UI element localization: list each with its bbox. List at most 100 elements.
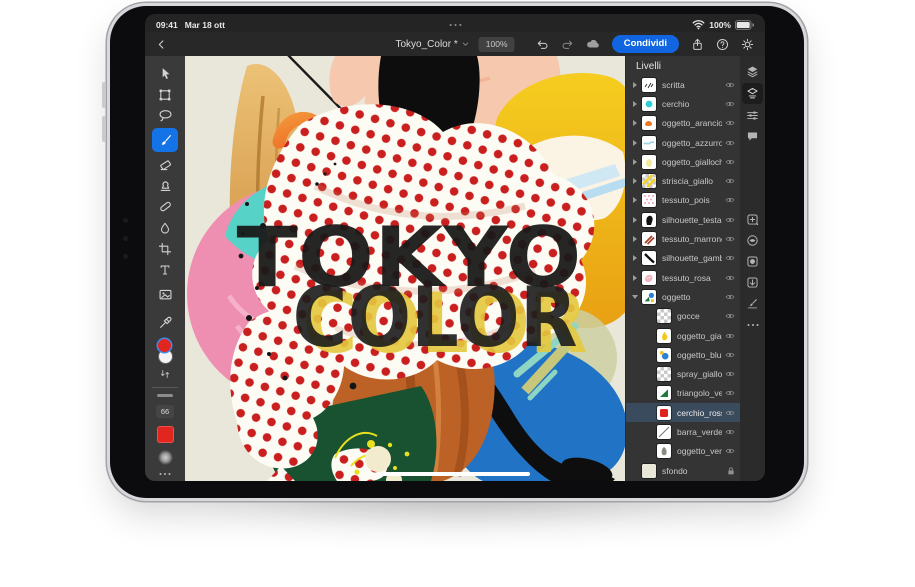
adjustments-icon [746, 109, 759, 122]
layer-expander[interactable] [630, 255, 639, 261]
eye-icon[interactable] [725, 351, 735, 359]
tool-eraser[interactable] [152, 154, 178, 175]
tool-fill[interactable] [152, 217, 178, 238]
canvas[interactable]: COLOR TOKYO COLOR [185, 56, 625, 481]
layer-expander[interactable] [630, 217, 639, 223]
clip-layer-button[interactable] [742, 273, 763, 292]
eye-icon[interactable] [725, 177, 735, 185]
tool-place-image[interactable] [152, 284, 178, 305]
eye-icon[interactable] [725, 428, 735, 436]
layer-row[interactable]: tessuto_pois [626, 191, 740, 210]
eye-icon[interactable] [725, 293, 735, 301]
toolbar-handle[interactable] [157, 394, 173, 397]
layer-row[interactable]: spray_giallo [626, 364, 740, 383]
share-button[interactable]: Condividi [612, 35, 679, 53]
layer-row[interactable]: oggetto_giallo [626, 326, 740, 345]
eye-icon[interactable] [725, 332, 735, 340]
layer-visibility-button[interactable] [742, 231, 763, 250]
panel-tab-comments[interactable] [742, 127, 763, 146]
tool-move[interactable] [152, 63, 178, 84]
eye-icon[interactable] [725, 139, 735, 147]
brush-size-chip[interactable]: 66 [156, 405, 174, 418]
redo-button[interactable] [561, 38, 574, 51]
layer-expander[interactable] [630, 120, 639, 126]
tool-type[interactable] [152, 259, 178, 280]
eye-icon[interactable] [725, 409, 735, 417]
layer-row[interactable]: oggetto_azzurro [626, 133, 740, 152]
eye-icon[interactable] [725, 312, 735, 320]
foreground-color-swatch[interactable] [158, 339, 171, 352]
color-well[interactable] [154, 339, 176, 365]
layer-row[interactable]: cerchio_rosso [626, 403, 740, 422]
layer-row[interactable]: sfondo [626, 461, 740, 480]
panel-tab-layers[interactable] [742, 62, 763, 81]
eye-icon[interactable] [725, 235, 735, 243]
layer-row[interactable]: gocce [626, 307, 740, 326]
tool-clone-stamp[interactable] [152, 175, 178, 196]
layer-row[interactable]: oggetto_arancione [626, 114, 740, 133]
layer-row[interactable]: scritta [626, 75, 740, 94]
eye-icon[interactable] [725, 254, 735, 262]
tool-eyedropper[interactable] [152, 312, 178, 333]
layer-mask-button[interactable] [742, 252, 763, 271]
eye-icon[interactable] [725, 389, 735, 397]
layer-row[interactable]: tessuto_marrone [626, 229, 740, 248]
tool-brush[interactable] [152, 128, 178, 152]
tool-crop[interactable] [152, 238, 178, 259]
more-options-button[interactable] [742, 315, 763, 334]
eye-icon[interactable] [725, 370, 735, 378]
eye-icon[interactable] [725, 100, 735, 108]
eye-icon[interactable] [725, 119, 735, 127]
swap-colors-icon[interactable] [159, 368, 171, 380]
back-button[interactable] [156, 39, 167, 50]
layer-expander[interactable] [630, 82, 639, 88]
background-color-swatch[interactable] [159, 350, 172, 363]
brush-softness-chip[interactable] [158, 450, 173, 465]
layer-row[interactable]: silhouette_gamba [626, 249, 740, 268]
panel-tab-layer-properties[interactable] [742, 83, 763, 104]
lock-icon[interactable] [727, 466, 735, 476]
eye-icon[interactable] [725, 216, 735, 224]
layer-expander[interactable] [630, 236, 639, 242]
layer-row[interactable]: silhouette_testa [626, 210, 740, 229]
layer-row[interactable]: cerchio [626, 94, 740, 113]
layer-row[interactable]: barra_verde [626, 422, 740, 441]
undo-button[interactable] [536, 38, 549, 51]
help-icon[interactable] [716, 38, 729, 51]
toolbar-more-icon[interactable] [159, 472, 171, 476]
cloud-sync-icon[interactable] [586, 37, 600, 51]
tool-transform[interactable] [152, 84, 178, 105]
eye-icon[interactable] [725, 158, 735, 166]
eye-icon[interactable] [725, 196, 735, 204]
layer-row[interactable]: striscia_giallo [626, 171, 740, 190]
layer-row[interactable]: oggetto_blu [626, 345, 740, 364]
document-title[interactable]: Tokyo_Color * [395, 39, 469, 50]
export-icon[interactable] [691, 38, 704, 51]
eye-icon[interactable] [725, 81, 735, 89]
add-layer-button[interactable] [742, 210, 763, 229]
layer-expander[interactable] [630, 275, 639, 281]
home-indicator[interactable] [380, 472, 530, 476]
layer-effects-button[interactable] [742, 294, 763, 313]
tool-lasso[interactable] [152, 105, 178, 126]
eye-icon[interactable] [725, 447, 735, 455]
layer-expander[interactable] [630, 159, 639, 165]
settings-gear-icon[interactable] [741, 38, 754, 51]
eye-icon[interactable] [725, 274, 735, 282]
layer-thumbnail [642, 155, 656, 169]
tool-healing-brush[interactable] [152, 196, 178, 217]
layer-row[interactable]: triangolo_verde [626, 384, 740, 403]
layer-expander[interactable] [630, 140, 639, 146]
panel-tab-adjustments[interactable] [742, 106, 763, 125]
current-color-chip[interactable] [157, 426, 174, 443]
layer-row[interactable]: oggetto_giallochiaro [626, 152, 740, 171]
layer-row[interactable]: oggetto [626, 287, 740, 306]
multitasking-handle[interactable] [145, 23, 765, 27]
layer-row[interactable]: oggetto_verde chiaro [626, 442, 740, 461]
layer-row[interactable]: tessuto_rosa [626, 268, 740, 287]
layer-expander[interactable] [630, 197, 639, 203]
layer-expander[interactable] [630, 178, 639, 184]
layer-expander[interactable] [630, 294, 639, 300]
zoom-level-badge[interactable]: 100% [479, 37, 515, 52]
layer-expander[interactable] [630, 101, 639, 107]
